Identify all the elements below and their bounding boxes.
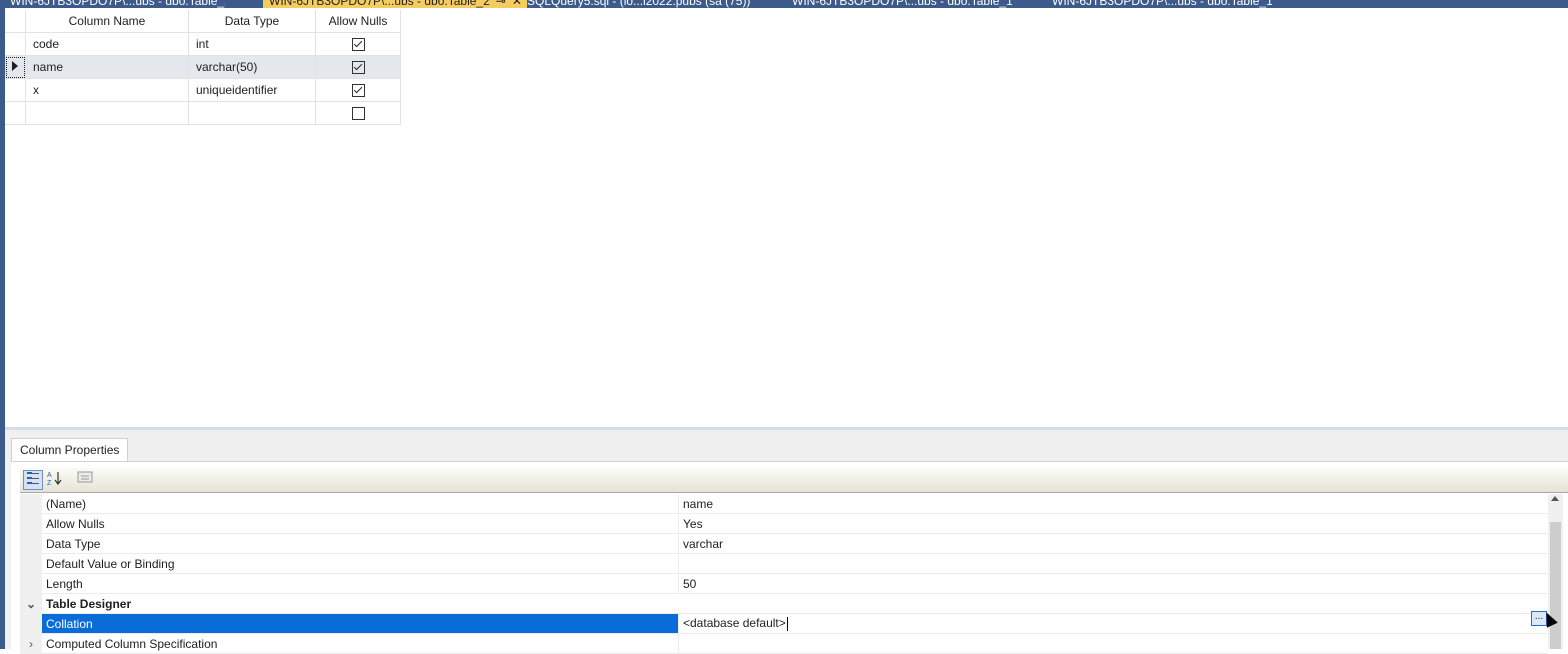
svg-text:Z: Z	[47, 480, 52, 486]
table-row[interactable]: x uniqueidentifier	[5, 78, 401, 102]
property-value[interactable]: name	[678, 494, 1548, 514]
column-name-cell[interactable]: x	[25, 78, 189, 102]
grid-header-row: Column Name Data Type Allow Nulls	[5, 10, 401, 33]
property-row[interactable]: Allow Nulls Yes	[20, 513, 1548, 534]
property-gutter	[20, 613, 42, 634]
property-value[interactable]	[678, 633, 1548, 654]
tab-table2-first[interactable]: WIN-6JTB3OPDO7P\...ubs - dbo.Table_2	[10, 0, 225, 8]
property-row[interactable]: Data Type varchar	[20, 533, 1548, 554]
tab-column-properties[interactable]: Column Properties	[11, 438, 129, 463]
document-tab-bar: WIN-6JTB3OPDO7P\...ubs - dbo.Table_2 WIN…	[0, 0, 1568, 8]
category-name[interactable]: Table Designer	[42, 593, 679, 614]
scroll-thumb[interactable]	[1550, 522, 1561, 649]
data-type-cell[interactable]	[188, 101, 316, 125]
data-type-header: Data Type	[188, 10, 316, 33]
property-row[interactable]: › Computed Column Specification	[20, 633, 1548, 654]
tab-table2-active[interactable]: WIN-6JTB3OPDO7P\...ubs - dbo.Table_2 ⊸ ✕	[263, 0, 527, 8]
current-row-arrow-icon	[12, 61, 18, 71]
row-selector-header	[5, 10, 26, 33]
data-type-cell[interactable]: int	[188, 32, 316, 56]
column-name-cell[interactable]: name	[25, 55, 189, 79]
property-row-collation[interactable]: Collation <database default>	[20, 613, 1548, 634]
tab-label: WIN-6JTB3OPDO7P\...ubs - dbo.Table_1	[1052, 0, 1272, 8]
close-icon[interactable]: ✕	[512, 0, 522, 8]
property-value-editor[interactable]: <database default>	[678, 613, 1548, 634]
property-row[interactable]: Length 50	[20, 573, 1548, 594]
property-value[interactable]: varchar	[678, 533, 1548, 554]
property-grid: (Name) name Allow Nulls Yes Data Type va…	[20, 494, 1548, 654]
property-name[interactable]: (Name)	[42, 494, 679, 514]
row-selector[interactable]	[5, 101, 26, 125]
row-selector-current[interactable]	[5, 55, 26, 79]
tab-sqlquery5[interactable]: SQLQuery5.sql - (lo...l2022.pubs (sa (75…	[527, 0, 757, 8]
property-gutter	[20, 513, 42, 534]
column-name-header: Column Name	[25, 10, 189, 33]
allow-nulls-checkbox[interactable]	[351, 84, 365, 98]
property-row[interactable]: (Name) name	[20, 494, 1548, 514]
property-gutter	[20, 553, 42, 574]
property-value[interactable]: Yes	[678, 513, 1548, 534]
tab-label: WIN-6JTB3OPDO7P\...ubs - dbo.Table_2	[269, 0, 490, 8]
property-name[interactable]: Length	[42, 573, 679, 594]
category-value	[678, 593, 1548, 614]
allow-nulls-header: Allow Nulls	[315, 10, 401, 33]
tab-label: WIN-6JTB3OPDO7P\...ubs - dbo.Table_2	[10, 0, 225, 8]
property-value[interactable]: 50	[678, 573, 1548, 594]
tab-label: SQLQuery5.sql - (lo...l2022.pubs (sa (75…	[527, 0, 751, 8]
scroll-up-icon[interactable]	[1551, 496, 1559, 501]
tab-table1-first[interactable]: WIN-6JTB3OPDO7P\...ubs - dbo.Table_1	[792, 0, 1012, 8]
table-row-empty[interactable]	[5, 101, 401, 125]
column-grid: Column Name Data Type Allow Nulls code i…	[5, 10, 401, 125]
sort-az-icon: AZ	[47, 472, 62, 487]
property-gutter	[20, 494, 42, 514]
property-gutter	[20, 533, 42, 554]
property-pages-icon	[77, 471, 93, 483]
property-grid-toolbar: AZ	[20, 468, 1568, 493]
property-gutter	[20, 573, 42, 594]
data-type-cell[interactable]: uniqueidentifier	[188, 78, 316, 102]
property-pages-button[interactable]	[75, 470, 95, 490]
collapse-chevron-icon[interactable]: ⌄	[20, 593, 42, 614]
allow-nulls-cell	[315, 101, 401, 125]
property-row[interactable]: Default Value or Binding	[20, 553, 1548, 574]
property-name[interactable]: Data Type	[42, 533, 679, 554]
row-selector[interactable]	[5, 78, 26, 102]
property-name[interactable]: Computed Column Specification	[42, 633, 679, 654]
alphabetical-button[interactable]: AZ	[45, 470, 65, 490]
property-value[interactable]	[678, 553, 1548, 574]
column-name-cell[interactable]	[25, 101, 189, 125]
allow-nulls-checkbox[interactable]	[351, 38, 365, 52]
allow-nulls-checkbox[interactable]	[351, 107, 365, 121]
property-name[interactable]: Collation	[42, 613, 679, 634]
text-caret	[786, 616, 788, 631]
collation-value[interactable]: <database default>	[683, 616, 786, 630]
tab-table1-second[interactable]: WIN-6JTB3OPDO7P\...ubs - dbo.Table_1	[1052, 0, 1272, 8]
property-name[interactable]: Default Value or Binding	[42, 553, 679, 574]
data-type-cell[interactable]: varchar(50)	[188, 55, 316, 79]
tab-label: WIN-6JTB3OPDO7P\...ubs - dbo.Table_1	[792, 0, 1012, 8]
table-row[interactable]: name varchar(50)	[5, 55, 401, 79]
categorized-icon	[27, 472, 39, 484]
column-name-cell[interactable]: code	[25, 32, 189, 56]
categorized-button[interactable]	[23, 470, 43, 490]
property-name[interactable]: Allow Nulls	[42, 513, 679, 534]
allow-nulls-cell	[315, 78, 401, 102]
table-row[interactable]: code int	[5, 32, 401, 56]
allow-nulls-cell	[315, 32, 401, 56]
property-category-table-designer[interactable]: ⌄ Table Designer	[20, 593, 1548, 614]
pin-icon[interactable]: ⊸	[496, 0, 506, 8]
allow-nulls-checkbox[interactable]	[351, 61, 365, 75]
row-selector[interactable]	[5, 32, 26, 56]
allow-nulls-cell	[315, 55, 401, 79]
svg-text:A: A	[47, 472, 52, 479]
expand-chevron-icon[interactable]: ›	[20, 633, 42, 654]
